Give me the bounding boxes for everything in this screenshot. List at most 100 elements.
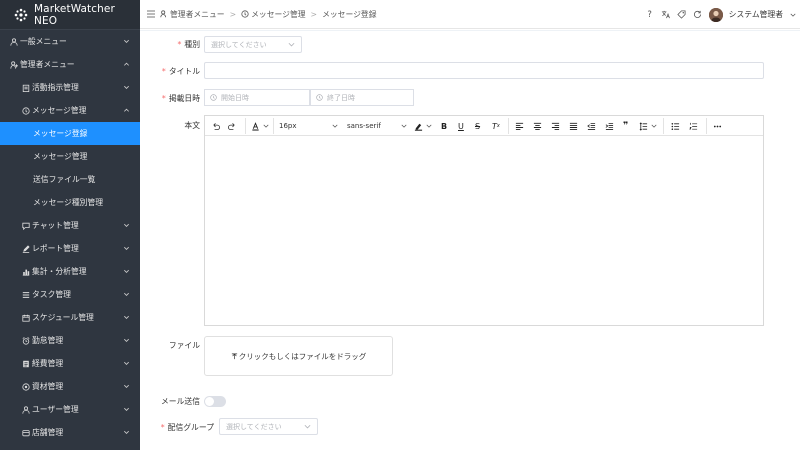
clock-icon (241, 10, 249, 18)
chevron-down-icon[interactable] (789, 10, 796, 20)
sidebar-nav: 一般メニュー 管理者メニュー 活動指示管理 メッセージ管理 メッセージ登録 メッセージ管理… (0, 30, 140, 444)
breadcrumb: 管理者メニュー > メッセージ管理 > メッセージ登録 (160, 9, 377, 20)
sidebar-item-1[interactable]: 管理者メニュー (0, 53, 140, 76)
indent-icon[interactable] (605, 119, 614, 133)
sidebar-item-6[interactable]: 送信ファイル一覧 (0, 168, 140, 191)
bold-icon[interactable]: B (441, 119, 447, 133)
mail-label: メール送信 (161, 396, 200, 407)
upload-text: クリックもしくはファイルをドラッグ (238, 351, 367, 361)
sidebar-item-7[interactable]: メッセージ種別管理 (0, 191, 140, 214)
chevron-down-icon[interactable] (332, 119, 338, 133)
required-mark: * (161, 67, 166, 76)
clear-format-icon[interactable]: Tx (492, 119, 500, 133)
sidebar-item-11[interactable]: タスク管理 (0, 283, 140, 306)
topbar-actions: ? システム管理者 (645, 0, 796, 29)
menu-toggle-icon[interactable] (146, 9, 156, 19)
toolbar-divider (245, 118, 246, 134)
refresh-icon[interactable] (693, 10, 703, 20)
file-upload-dropzone[interactable]: クリックもしくはファイルをドラッグ (204, 336, 393, 376)
sidebar-item-3[interactable]: メッセージ管理 (0, 99, 140, 122)
type-select[interactable]: 選択してください (204, 36, 302, 53)
receipt-icon (21, 359, 30, 368)
chevron-down-icon (123, 314, 130, 321)
breadcrumb-item-admin[interactable]: 管理者メニュー (160, 9, 225, 20)
editor-content[interactable] (205, 136, 763, 326)
end-datetime-input[interactable]: 終了日時 (310, 89, 414, 106)
sidebar-item-label: ユーザー管理 (32, 405, 79, 414)
file-label: ファイル (169, 340, 200, 351)
sidebar-item-label: スケジュール管理 (32, 313, 94, 322)
chevron-down-icon (123, 84, 130, 91)
translate-icon[interactable] (661, 10, 671, 20)
sidebar-item-label: 送信ファイル一覧 (33, 175, 96, 184)
end-datetime-placeholder: 終了日時 (327, 93, 355, 102)
sidebar-item-label: 管理者メニュー (20, 60, 75, 69)
sidebar-item-label: メッセージ管理 (32, 106, 87, 115)
help-icon[interactable]: ? (645, 10, 655, 20)
breadcrumb-item-message[interactable]: メッセージ管理 (241, 9, 306, 20)
chevron-down-icon[interactable] (401, 119, 407, 133)
chevron-down-icon[interactable] (651, 119, 657, 133)
numbered-list-icon[interactable] (689, 119, 698, 133)
font-family-select[interactable]: sans-serif (347, 119, 381, 133)
bullet-list-icon[interactable] (671, 119, 680, 133)
group-select[interactable]: 選択してください (219, 418, 318, 435)
sidebar-item-16[interactable]: ユーザー管理 (0, 398, 140, 421)
sidebar-item-4[interactable]: メッセージ登録 (0, 122, 140, 145)
type-label-text: 種別 (184, 40, 200, 49)
chevron-down-icon (123, 337, 130, 344)
chevron-down-icon (123, 291, 130, 298)
type-label: * 種別 (178, 39, 201, 50)
avatar[interactable] (708, 7, 723, 22)
breadcrumb-label: メッセージ管理 (251, 9, 306, 19)
group-label-text: 配信グループ (167, 423, 214, 432)
required-mark: * (161, 94, 166, 103)
title-input[interactable] (204, 62, 764, 79)
align-right-icon[interactable] (551, 119, 560, 133)
align-center-icon[interactable] (533, 119, 542, 133)
outdent-icon[interactable] (587, 119, 596, 133)
sidebar-item-14[interactable]: 経費管理 (0, 352, 140, 375)
period-label: * 掲載日時 (162, 93, 200, 104)
font-size-select[interactable]: 16px (279, 119, 297, 133)
chevron-down-icon (123, 38, 130, 45)
quote-icon[interactable]: ❞ (623, 119, 628, 133)
sidebar: MarketWatcher NEO 一般メニュー 管理者メニュー 活動指示管理 メッセ… (0, 0, 140, 450)
admin-icon (160, 10, 166, 18)
sidebar-item-2[interactable]: 活動指示管理 (0, 76, 140, 99)
brand-title: MarketWatcher NEO (34, 2, 115, 27)
strikethrough-icon[interactable]: S (475, 119, 480, 133)
start-datetime-input[interactable]: 開始日時 (204, 89, 310, 106)
brand[interactable]: MarketWatcher NEO (0, 0, 140, 30)
line-height-icon[interactable] (639, 119, 648, 133)
align-justify-icon[interactable] (569, 119, 578, 133)
more-icon[interactable] (713, 119, 722, 133)
toolbar-divider (706, 118, 707, 134)
sidebar-item-8[interactable]: チャット管理 (0, 214, 140, 237)
font-color-icon[interactable] (251, 119, 260, 133)
chevron-down-icon[interactable] (426, 119, 432, 133)
sidebar-item-12[interactable]: スケジュール管理 (0, 306, 140, 329)
sidebar-item-15[interactable]: 資材管理 (0, 375, 140, 398)
highlight-icon[interactable] (414, 119, 423, 133)
sidebar-item-9[interactable]: レポート管理 (0, 237, 140, 260)
redo-icon[interactable] (228, 119, 237, 133)
tag-icon[interactable] (677, 10, 687, 20)
upload-icon (231, 353, 237, 359)
user-name[interactable]: システム管理者 (729, 9, 783, 20)
pen-icon (21, 244, 30, 253)
sidebar-item-10[interactable]: 集計・分析管理 (0, 260, 140, 283)
align-left-icon[interactable] (515, 119, 524, 133)
chevron-down-icon[interactable] (263, 119, 269, 133)
sidebar-item-17[interactable]: 店舗管理 (0, 421, 140, 444)
sidebar-item-13[interactable]: 勤怠管理 (0, 329, 140, 352)
undo-icon[interactable] (211, 119, 220, 133)
mail-label-text: メール送信 (161, 397, 200, 406)
user-icon (21, 405, 30, 414)
sidebar-item-5[interactable]: メッセージ管理 (0, 145, 140, 168)
underline-icon[interactable]: U (458, 119, 464, 133)
sidebar-item-label: レポート管理 (32, 244, 79, 253)
mail-send-toggle[interactable] (204, 396, 226, 407)
chevron-down-icon (123, 429, 130, 436)
sidebar-item-0[interactable]: 一般メニュー (0, 30, 140, 53)
